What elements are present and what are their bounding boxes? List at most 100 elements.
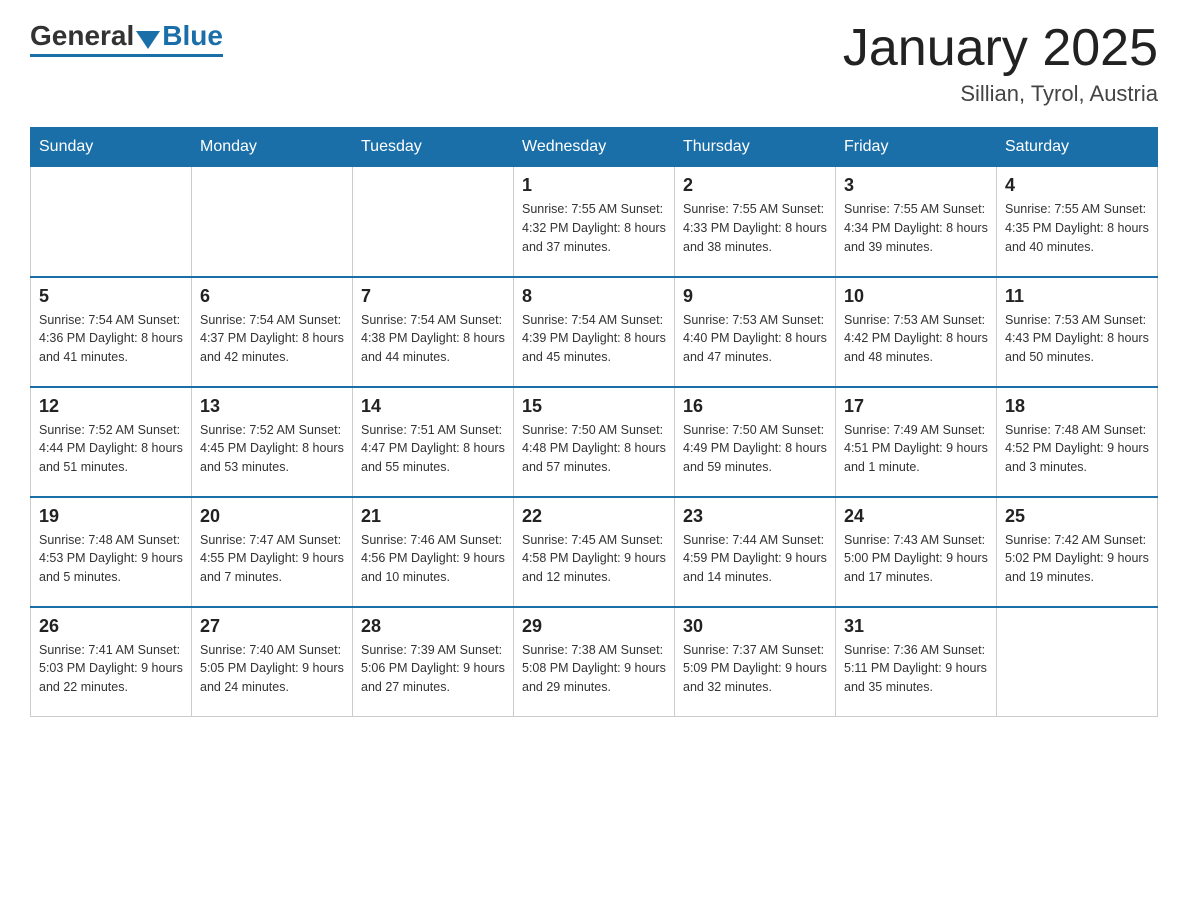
day-info: Sunrise: 7:53 AM Sunset: 4:43 PM Dayligh… [1005, 311, 1149, 367]
day-number: 10 [844, 286, 988, 307]
calendar-cell: 3Sunrise: 7:55 AM Sunset: 4:34 PM Daylig… [836, 167, 997, 277]
calendar-cell: 30 Sunrise: 7:37 AM Sunset: 5:09 PM Dayli… [675, 607, 836, 717]
day-info: Sunrise: 7:49 AM Sunset: 4:51 PM Dayligh… [844, 421, 988, 477]
calendar-cell: 22 Sunrise: 7:45 AM Sunset: 4:58 PM Dayli… [514, 497, 675, 607]
calendar-cell: 25 Sunrise: 7:42 AM Sunset: 5:02 PM Dayli… [997, 497, 1158, 607]
day-info: Sunrise: 7:54 AM Sunset: 4:37 PM Dayligh… [200, 311, 344, 367]
calendar-cell: 19 Sunrise: 7:48 AM Sunset: 4:53 PM Dayli… [31, 497, 192, 607]
day-info: Sunrise: 7:55 AM Sunset: 4:34 PM Dayligh… [844, 200, 988, 256]
calendar-cell: 1 Sunrise: 7:55 AM Sunset: 4:32 PM Daylig… [514, 167, 675, 277]
day-info: Sunrise: 7:37 AM Sunset: 5:09 PM Dayligh… [683, 641, 827, 697]
day-info: Sunrise: 7:45 AM Sunset: 4:58 PM Dayligh… [522, 531, 666, 587]
day-info: Sunrise: 7:54 AM Sunset: 4:38 PM Dayligh… [361, 311, 505, 367]
day-number: 25 [1005, 506, 1149, 527]
calendar-cell: 27 Sunrise: 7:40 AM Sunset: 5:05 PM Dayli… [192, 607, 353, 717]
day-number: 1 [522, 175, 666, 196]
day-info: Sunrise: 7:55 AM Sunset: 4:33 PM Dayligh… [683, 200, 827, 256]
weekday-header-tuesday: Tuesday [353, 128, 514, 167]
calendar-cell: 29 Sunrise: 7:38 AM Sunset: 5:08 PM Dayli… [514, 607, 675, 717]
calendar-cell: 13 Sunrise: 7:52 AM Sunset: 4:45 PM Dayli… [192, 387, 353, 497]
calendar-cell: 11 Sunrise: 7:53 AM Sunset: 4:43 PM Dayli… [997, 277, 1158, 387]
calendar-cell: 8 Sunrise: 7:54 AM Sunset: 4:39 PM Daylig… [514, 277, 675, 387]
weekday-header-wednesday: Wednesday [514, 128, 675, 167]
day-info: Sunrise: 7:42 AM Sunset: 5:02 PM Dayligh… [1005, 531, 1149, 587]
calendar-cell: 5 Sunrise: 7:54 AM Sunset: 4:36 PM Daylig… [31, 277, 192, 387]
day-info: Sunrise: 7:48 AM Sunset: 4:53 PM Dayligh… [39, 531, 183, 587]
day-info: Sunrise: 7:48 AM Sunset: 4:52 PM Dayligh… [1005, 421, 1149, 477]
day-number: 27 [200, 616, 344, 637]
day-info: Sunrise: 7:55 AM Sunset: 4:32 PM Dayligh… [522, 200, 666, 256]
day-number: 2 [683, 175, 827, 196]
calendar-cell: 23Sunrise: 7:44 AM Sunset: 4:59 PM Dayli… [675, 497, 836, 607]
calendar-cell [192, 167, 353, 277]
day-number: 31 [844, 616, 988, 637]
logo-general-text: General [30, 20, 134, 52]
logo: General Blue [30, 20, 223, 57]
day-number: 11 [1005, 286, 1149, 307]
day-info: Sunrise: 7:36 AM Sunset: 5:11 PM Dayligh… [844, 641, 988, 697]
day-number: 13 [200, 396, 344, 417]
day-info: Sunrise: 7:43 AM Sunset: 5:00 PM Dayligh… [844, 531, 988, 587]
day-info: Sunrise: 7:47 AM Sunset: 4:55 PM Dayligh… [200, 531, 344, 587]
logo-underline [30, 54, 223, 57]
title-section: January 2025 Sillian, Tyrol, Austria [843, 20, 1158, 107]
calendar-cell: 6Sunrise: 7:54 AM Sunset: 4:37 PM Daylig… [192, 277, 353, 387]
weekday-header-sunday: Sunday [31, 128, 192, 167]
day-number: 4 [1005, 175, 1149, 196]
page-header: General Blue January 2025 Sillian, Tyrol… [30, 20, 1158, 107]
calendar-cell: 17Sunrise: 7:49 AM Sunset: 4:51 PM Dayli… [836, 387, 997, 497]
weekday-header-monday: Monday [192, 128, 353, 167]
day-info: Sunrise: 7:53 AM Sunset: 4:40 PM Dayligh… [683, 311, 827, 367]
day-number: 28 [361, 616, 505, 637]
day-number: 16 [683, 396, 827, 417]
day-number: 14 [361, 396, 505, 417]
logo-blue-text: Blue [162, 20, 223, 52]
day-info: Sunrise: 7:55 AM Sunset: 4:35 PM Dayligh… [1005, 200, 1149, 256]
calendar-cell: 26 Sunrise: 7:41 AM Sunset: 5:03 PM Dayli… [31, 607, 192, 717]
calendar-cell: 24 Sunrise: 7:43 AM Sunset: 5:00 PM Dayli… [836, 497, 997, 607]
day-number: 7 [361, 286, 505, 307]
day-info: Sunrise: 7:52 AM Sunset: 4:44 PM Dayligh… [39, 421, 183, 477]
day-info: Sunrise: 7:51 AM Sunset: 4:47 PM Dayligh… [361, 421, 505, 477]
calendar-cell: 31 Sunrise: 7:36 AM Sunset: 5:11 PM Dayli… [836, 607, 997, 717]
day-info: Sunrise: 7:39 AM Sunset: 5:06 PM Dayligh… [361, 641, 505, 697]
calendar-cell: 2 Sunrise: 7:55 AM Sunset: 4:33 PM Daylig… [675, 167, 836, 277]
day-info: Sunrise: 7:50 AM Sunset: 4:48 PM Dayligh… [522, 421, 666, 477]
day-number: 29 [522, 616, 666, 637]
calendar-cell: 16 Sunrise: 7:50 AM Sunset: 4:49 PM Dayli… [675, 387, 836, 497]
day-info: Sunrise: 7:50 AM Sunset: 4:49 PM Dayligh… [683, 421, 827, 477]
day-info: Sunrise: 7:38 AM Sunset: 5:08 PM Dayligh… [522, 641, 666, 697]
day-info: Sunrise: 7:41 AM Sunset: 5:03 PM Dayligh… [39, 641, 183, 697]
day-number: 26 [39, 616, 183, 637]
calendar-table: SundayMondayTuesdayWednesdayThursdayFrid… [30, 127, 1158, 717]
day-number: 23 [683, 506, 827, 527]
calendar-cell [997, 607, 1158, 717]
day-info: Sunrise: 7:53 AM Sunset: 4:42 PM Dayligh… [844, 311, 988, 367]
calendar-cell: 28 Sunrise: 7:39 AM Sunset: 5:06 PM Dayli… [353, 607, 514, 717]
calendar-cell: 20Sunrise: 7:47 AM Sunset: 4:55 PM Dayli… [192, 497, 353, 607]
day-info: Sunrise: 7:40 AM Sunset: 5:05 PM Dayligh… [200, 641, 344, 697]
calendar-cell [31, 167, 192, 277]
day-number: 8 [522, 286, 666, 307]
calendar-cell: 18 Sunrise: 7:48 AM Sunset: 4:52 PM Dayli… [997, 387, 1158, 497]
day-info: Sunrise: 7:54 AM Sunset: 4:39 PM Dayligh… [522, 311, 666, 367]
day-number: 30 [683, 616, 827, 637]
day-number: 5 [39, 286, 183, 307]
day-number: 24 [844, 506, 988, 527]
calendar-cell: 4 Sunrise: 7:55 AM Sunset: 4:35 PM Daylig… [997, 167, 1158, 277]
day-number: 15 [522, 396, 666, 417]
logo-triangle-icon [136, 31, 160, 49]
day-info: Sunrise: 7:46 AM Sunset: 4:56 PM Dayligh… [361, 531, 505, 587]
weekday-header-friday: Friday [836, 128, 997, 167]
calendar-cell [353, 167, 514, 277]
calendar-cell: 12Sunrise: 7:52 AM Sunset: 4:44 PM Dayli… [31, 387, 192, 497]
calendar-cell: 7 Sunrise: 7:54 AM Sunset: 4:38 PM Daylig… [353, 277, 514, 387]
calendar-cell: 15 Sunrise: 7:50 AM Sunset: 4:48 PM Dayli… [514, 387, 675, 497]
day-number: 9 [683, 286, 827, 307]
day-number: 18 [1005, 396, 1149, 417]
day-number: 22 [522, 506, 666, 527]
day-number: 19 [39, 506, 183, 527]
calendar-cell: 21Sunrise: 7:46 AM Sunset: 4:56 PM Dayli… [353, 497, 514, 607]
day-info: Sunrise: 7:52 AM Sunset: 4:45 PM Dayligh… [200, 421, 344, 477]
day-info: Sunrise: 7:54 AM Sunset: 4:36 PM Dayligh… [39, 311, 183, 367]
